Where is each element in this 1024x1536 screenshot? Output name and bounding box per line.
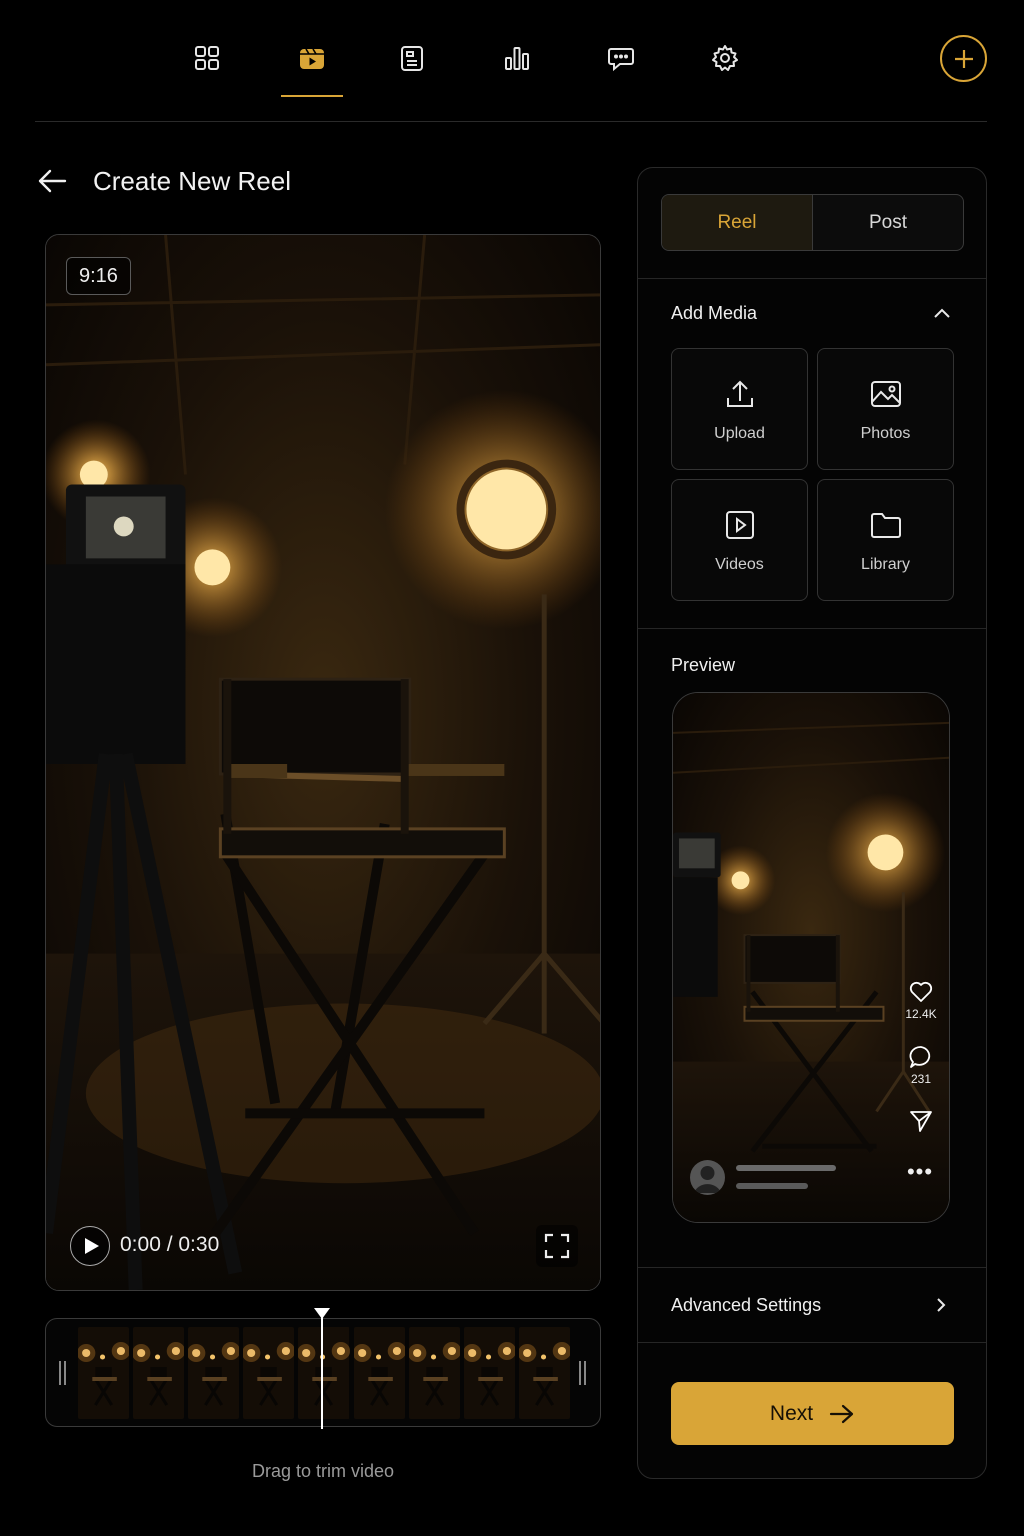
- timeline-frame: [243, 1327, 295, 1419]
- bar-chart-icon[interactable]: [499, 40, 535, 76]
- phone-preview-image: [673, 693, 949, 1222]
- add-media-title: Add Media: [671, 303, 758, 323]
- comment-icon: [909, 1046, 931, 1068]
- clapperboard-play-icon[interactable]: [294, 40, 330, 76]
- trim-handle-left[interactable]: [56, 1361, 68, 1385]
- chat-bubble-icon[interactable]: [603, 40, 639, 76]
- username-placeholder: [736, 1165, 836, 1171]
- format-tabs: Reel Post: [661, 194, 964, 251]
- heart-icon: [909, 981, 933, 1002]
- upload-label: Upload: [714, 425, 765, 442]
- image-icon: [870, 381, 901, 407]
- add-media-grid: Upload Photos Videos Library: [671, 348, 954, 601]
- play-icon[interactable]: [70, 1226, 110, 1266]
- timeline-frame: [298, 1327, 350, 1419]
- chevron-up-icon[interactable]: [932, 306, 952, 320]
- playhead-knob[interactable]: [314, 1308, 330, 1319]
- panel-divider: [638, 278, 986, 279]
- next-button[interactable]: Next: [671, 1382, 954, 1445]
- studio-scene-image: [46, 235, 600, 1290]
- next-label: Next: [769, 1401, 814, 1425]
- tab-post[interactable]: Post: [813, 195, 963, 250]
- trim-timeline[interactable]: [45, 1308, 601, 1429]
- document-icon[interactable]: [394, 40, 430, 76]
- library-label: Library: [861, 556, 910, 573]
- gear-icon[interactable]: [707, 40, 743, 76]
- timeline-frame: [353, 1327, 405, 1419]
- plus-circle-icon[interactable]: [940, 35, 987, 82]
- preview-title: Preview: [671, 655, 736, 675]
- panel-divider: [638, 1342, 986, 1343]
- comment-count: 231: [910, 1072, 932, 1086]
- videos-label: Videos: [715, 556, 764, 573]
- videos-button[interactable]: Videos: [671, 479, 808, 601]
- tab-reel[interactable]: Reel: [662, 195, 813, 250]
- timeline-frame: [133, 1327, 185, 1419]
- more-icon[interactable]: •••: [905, 1161, 935, 1183]
- timeline-frame: [463, 1327, 515, 1419]
- time-readout: 0:00 / 0:30: [120, 1233, 220, 1256]
- arrow-right-icon: [829, 1404, 854, 1423]
- phone-preview: 12.4K 231 •••: [672, 692, 950, 1223]
- playhead[interactable]: [321, 1309, 323, 1429]
- aspect-ratio-badge[interactable]: 9:16: [66, 257, 131, 295]
- folder-icon: [870, 513, 901, 538]
- advanced-settings-row[interactable]: Advanced Settings: [638, 1268, 986, 1342]
- upload-icon: [726, 380, 753, 407]
- top-navigation: [0, 0, 1024, 122]
- library-button[interactable]: Library: [817, 479, 954, 601]
- send-icon: [910, 1111, 932, 1132]
- side-panel: Reel Post Add Media Upload Photos Videos…: [637, 167, 987, 1479]
- user-icon: [694, 1166, 721, 1193]
- photos-button[interactable]: Photos: [817, 348, 954, 470]
- comment-action[interactable]: 231: [901, 1044, 941, 1086]
- like-count: 12.4K: [905, 1007, 937, 1021]
- advanced-settings-label: Advanced Settings: [671, 1294, 822, 1315]
- share-action[interactable]: [901, 1108, 941, 1134]
- video-play-icon: [725, 511, 754, 539]
- timeline-frame: [408, 1327, 460, 1419]
- trim-hint: Drag to trim video: [251, 1461, 395, 1481]
- fullscreen-icon[interactable]: [536, 1225, 578, 1267]
- caption-placeholder: [736, 1183, 808, 1189]
- chevron-right-icon: [937, 1298, 946, 1312]
- trim-handle-right[interactable]: [576, 1361, 588, 1385]
- timeline-frames: [78, 1327, 570, 1419]
- timeline-frame: [188, 1327, 240, 1419]
- video-preview[interactable]: 9:16 0:00 / 0:30: [45, 234, 601, 1291]
- arrow-left-icon[interactable]: [36, 166, 70, 196]
- active-tab-indicator: [281, 95, 343, 97]
- page-title: Create New Reel: [93, 166, 291, 196]
- timeline-frame: [518, 1327, 570, 1419]
- avatar: [690, 1160, 725, 1195]
- grid-icon[interactable]: [189, 40, 225, 76]
- like-action[interactable]: 12.4K: [901, 979, 941, 1021]
- upload-button[interactable]: Upload: [671, 348, 808, 470]
- panel-divider: [638, 628, 986, 629]
- nav-divider: [35, 121, 987, 122]
- timeline-frame: [78, 1327, 130, 1419]
- photos-label: Photos: [860, 425, 911, 442]
